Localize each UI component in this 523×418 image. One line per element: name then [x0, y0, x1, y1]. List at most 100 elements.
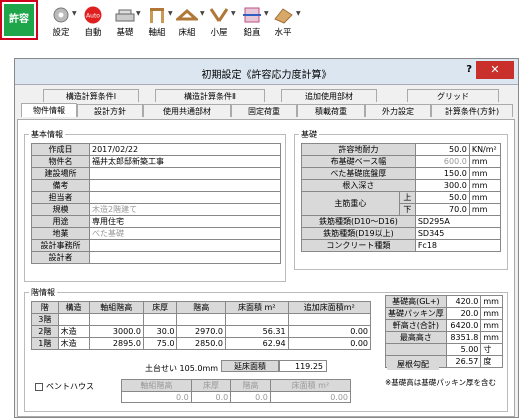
basic-info-value[interactable]: 福井太郎邸新築工事: [89, 155, 281, 168]
basic-info-value[interactable]: [89, 191, 281, 204]
table-header-row: 階構造 軸組階高 床厚 階高 床面積 m² 追加床面積m²: [31, 301, 372, 314]
floor-button[interactable]: 床組: [172, 3, 202, 39]
floor-cell-height[interactable]: 2850.0: [176, 337, 226, 350]
tab-grid[interactable]: グリッド: [407, 89, 499, 102]
floor-cell-area[interactable]: 56.31: [225, 325, 289, 338]
level-label: 軒高さ(合計): [385, 319, 447, 332]
roof-button[interactable]: 小屋: [204, 3, 234, 39]
foundation-unit: mm: [468, 155, 502, 168]
penthouse-header: 床面積 m²: [269, 379, 352, 392]
settings-icon: [53, 7, 69, 23]
table-row: 5.00 寸: [385, 343, 503, 356]
table-row: べた基礎底盤厚 150.0 mm: [301, 167, 502, 180]
basic-info-label: 担当者: [31, 191, 90, 204]
horizontal-dropdown-icon[interactable]: ▼: [296, 10, 301, 46]
floor-cell-axis[interactable]: [88, 313, 144, 326]
level-label: 基礎パッキン厚: [385, 307, 447, 320]
close-button[interactable]: ✕: [476, 61, 514, 79]
level-value[interactable]: 20.0: [445, 307, 482, 320]
foundation-value[interactable]: 600.0: [414, 155, 470, 168]
floor-cell-floor: 2階: [31, 325, 59, 338]
floor-cell-height[interactable]: [176, 313, 226, 326]
floor-cell-axis[interactable]: 2895.0: [88, 337, 144, 350]
svg-text:Auto: Auto: [86, 13, 100, 20]
foundation-value[interactable]: 300.0: [414, 179, 470, 192]
floor-cell-area[interactable]: [225, 313, 289, 326]
level-unit: mm: [480, 307, 503, 320]
basic-info-value[interactable]: [89, 179, 281, 192]
tab-structure-1[interactable]: 構造計算条件Ⅰ: [43, 89, 139, 102]
basic-info-value[interactable]: 専用住宅: [89, 215, 281, 228]
basic-info-value[interactable]: 2017/02/22: [89, 143, 281, 156]
tab-additional-members[interactable]: 追加使用部材: [281, 89, 377, 102]
floor-header: 軸組階高: [88, 301, 144, 314]
floor-label: 床組: [178, 28, 196, 38]
tab-design-policy[interactable]: 設計方針: [77, 104, 143, 117]
level-value[interactable]: 6420.0: [445, 319, 482, 332]
floor-cell-extra[interactable]: 0.00: [287, 337, 372, 350]
floor-cell-extra[interactable]: 0.00: [287, 325, 372, 338]
basic-info-value[interactable]: [89, 251, 281, 264]
auto-label: 自動: [84, 28, 102, 38]
floor-cell-thick[interactable]: 30.0: [142, 325, 178, 338]
center-label: 主筋重心: [301, 191, 400, 216]
tab-dead-load[interactable]: 固定荷重: [231, 104, 297, 117]
kyoyo-button[interactable]: 許容: [0, 0, 38, 40]
horizontal-label: 水平: [274, 28, 292, 38]
roof-dropdown-icon[interactable]: ▼: [231, 10, 236, 46]
foundation-value[interactable]: 50.0: [414, 143, 470, 156]
lower-label: 下: [398, 203, 416, 216]
floor-header: 階: [31, 301, 59, 314]
settings-dropdown-icon[interactable]: ▼: [72, 10, 77, 46]
foundation-unit: mm: [468, 167, 502, 180]
level-value[interactable]: 420.0: [445, 295, 482, 308]
basic-info-label: 規模: [31, 203, 90, 216]
basic-info-value[interactable]: [89, 167, 281, 180]
floor-cell-struct[interactable]: 木造: [57, 325, 90, 338]
floor-cell-extra[interactable]: [287, 313, 372, 326]
floor-cell-area[interactable]: 62.94: [225, 337, 289, 350]
rebar2-value[interactable]: SD345: [414, 227, 502, 240]
basic-info-value[interactable]: べた基礎: [89, 227, 281, 240]
level-unit: mm: [480, 319, 503, 332]
basic-info-value[interactable]: 木造2階建て: [89, 203, 281, 216]
slope-label: 屋根勾配: [387, 359, 439, 370]
foundation-value[interactable]: 150.0: [414, 167, 470, 180]
lower-value[interactable]: 70.0: [414, 203, 470, 216]
rebar1-value[interactable]: SD295A: [414, 215, 502, 228]
table-header-row: 軸組階高 床厚 階高 床面積 m²: [121, 379, 352, 392]
help-button[interactable]: ?: [466, 64, 472, 75]
auto-button[interactable]: Auto 自動: [78, 3, 108, 39]
foundation-dropdown-icon[interactable]: ▼: [136, 10, 141, 46]
level-value[interactable]: 5.00: [445, 343, 482, 356]
upper-value[interactable]: 50.0: [414, 191, 470, 204]
table-row: 備考: [31, 179, 281, 192]
floor-header: 床面積 m²: [225, 301, 289, 314]
table-row: 物件名 福井太郎邸新築工事: [31, 155, 281, 168]
penthouse-checkbox[interactable]: ペントハウス: [35, 381, 94, 392]
tab-external-force[interactable]: 外力設定: [365, 104, 431, 117]
vertical-button[interactable]: 鉛直: [237, 3, 267, 39]
penthouse-value: 0.0: [230, 391, 271, 403]
tab-common-members[interactable]: 使用共通部材: [143, 104, 231, 117]
tab-live-load[interactable]: 積載荷重: [297, 104, 365, 117]
tab-property-info[interactable]: 物件情報: [21, 103, 77, 117]
table-row: 鉄筋種類(D19以上) SD345: [301, 227, 502, 240]
horizontal-button[interactable]: 水平: [268, 3, 298, 39]
floor-cell-struct[interactable]: [57, 313, 90, 326]
floor-cell-thick[interactable]: [142, 313, 178, 326]
floor-cell-thick[interactable]: 75.0: [142, 337, 178, 350]
floor-cell-axis[interactable]: 3000.0: [88, 325, 144, 338]
basic-info-value[interactable]: [89, 239, 281, 252]
vertical-icon: [243, 7, 261, 23]
checkbox-icon[interactable]: [35, 382, 43, 391]
floor-cell-height[interactable]: 2970.0: [176, 325, 226, 338]
level-value[interactable]: 8351.8: [445, 331, 482, 344]
concrete-value[interactable]: Fc18: [414, 239, 502, 252]
table-row: 布基礎ベース幅 600.0 mm: [301, 155, 502, 168]
tab-calc-conditions[interactable]: 計算条件(方針): [431, 104, 513, 117]
floor-cell-struct[interactable]: 木造: [57, 337, 90, 350]
basic-info-table: 作成日 2017/02/22 物件名 福井太郎邸新築工事 建設場所 備考 担当者 規模 木造2階…: [31, 143, 281, 264]
tab-structure-2[interactable]: 構造計算条件Ⅱ: [155, 89, 265, 102]
penthouse-value: 0.0: [121, 391, 192, 403]
